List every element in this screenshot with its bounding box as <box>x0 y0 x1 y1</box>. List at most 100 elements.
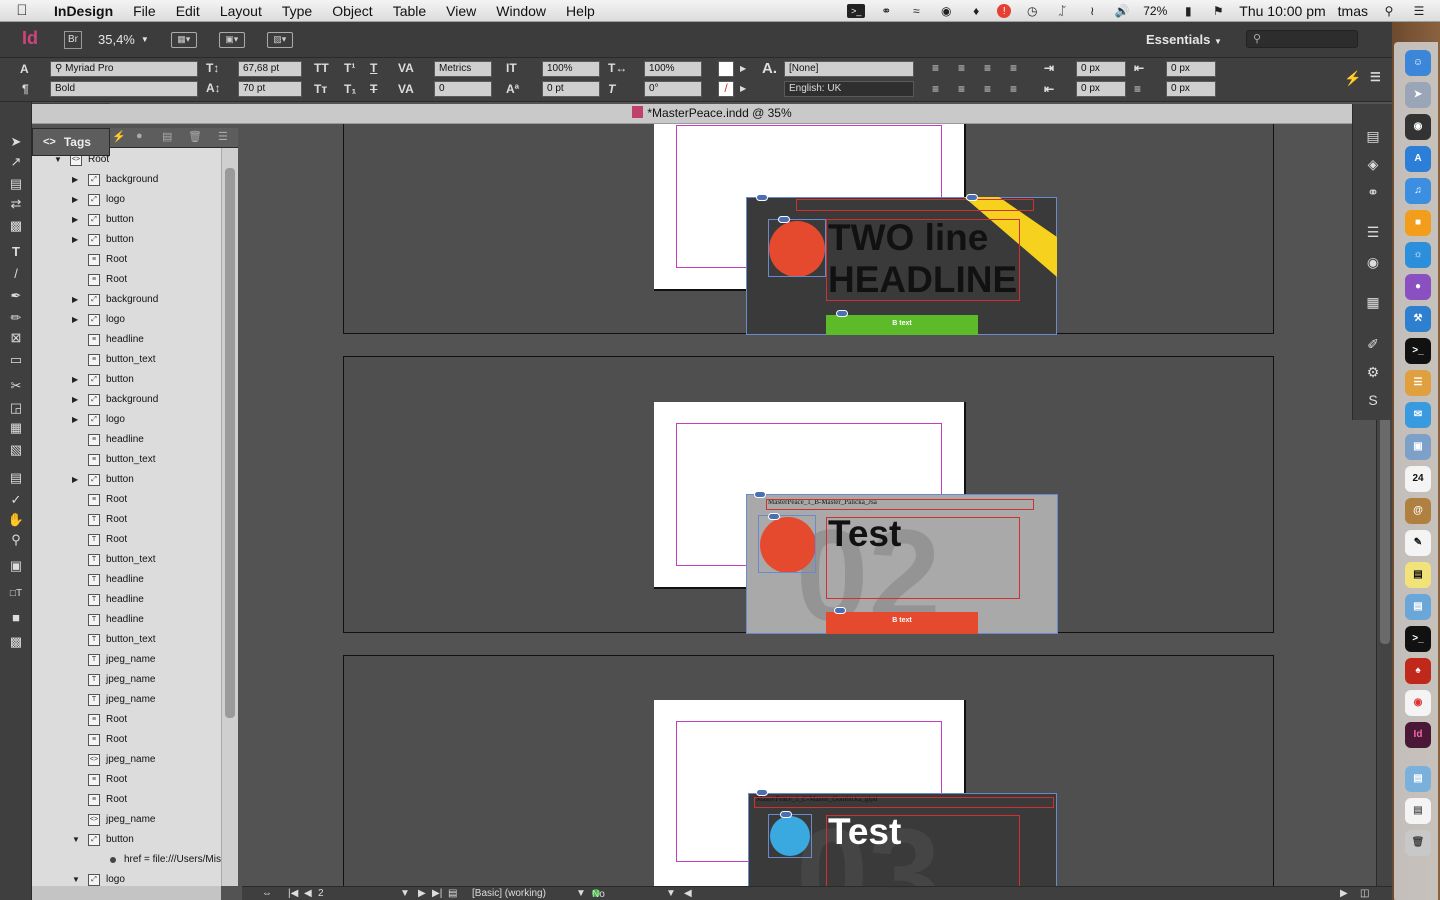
next-page-icon[interactable]: ▶ <box>418 888 426 899</box>
zoom-tool-icon[interactable]: ⚲ <box>6 532 26 548</box>
font-size-field[interactable]: 67,68 pt <box>238 61 302 77</box>
panel-menu-icon[interactable]: ☰ <box>1370 70 1381 84</box>
leading-field[interactable]: 70 pt <box>238 81 302 97</box>
documents-stack-icon[interactable]: ▤ <box>1405 798 1431 824</box>
menu-edit[interactable]: Edit <box>166 3 210 19</box>
font-style-field[interactable]: Bold <box>50 81 198 97</box>
font-family-field[interactable]: ⚲ Myriad Pro <box>50 61 198 77</box>
tag-tree-row[interactable]: ▶ ⤢ button <box>32 370 221 390</box>
headline-text[interactable]: TWO line HEADLINE <box>828 217 1017 301</box>
zoom-menu-icon[interactable]: ⇔ <box>262 888 272 899</box>
skew-field[interactable]: 0° <box>644 81 702 97</box>
note-tool-icon[interactable]: ▤ <box>6 470 26 486</box>
tag-tree-row[interactable]: ≡ Root <box>32 710 221 730</box>
expand-closed-icon[interactable]: ▶ <box>72 470 82 490</box>
hand-tool-icon[interactable]: ✋ <box>6 512 26 528</box>
fill-menu-arrow-icon[interactable]: ▶ <box>740 64 746 73</box>
button-graphic[interactable]: B text <box>826 612 978 634</box>
expand-closed-icon[interactable]: ▶ <box>72 290 82 310</box>
menu-layout[interactable]: Layout <box>210 3 272 19</box>
justify-right-icon[interactable]: ≡ <box>984 82 991 96</box>
align-center-icon[interactable]: ≡ <box>958 61 965 75</box>
menu-app-indesign[interactable]: InDesign <box>44 3 123 19</box>
spread-1[interactable]: TWO line HEADLINE B text <box>343 124 1274 335</box>
small-caps-icon[interactable]: Tт <box>314 82 327 96</box>
content-collector-icon[interactable]: ▩ <box>6 218 26 234</box>
tag-tree-row[interactable]: ≡ button_text <box>32 450 221 470</box>
tag-tree-row[interactable]: ≡ Root <box>32 490 221 510</box>
quick-apply-icon[interactable]: ⚡ <box>1344 70 1361 87</box>
battery-percent[interactable]: 72% <box>1143 4 1167 18</box>
align-right-icon[interactable]: ≡ <box>984 61 991 75</box>
tag-tree-row[interactable]: ▶ ⤢ logo <box>32 410 221 430</box>
baseline-shift-field[interactable]: 0 pt <box>542 81 600 97</box>
scissors-tool-icon[interactable]: ✂ <box>6 378 26 394</box>
delete-tag-icon[interactable]: 🗑 <box>188 130 202 143</box>
strikethrough-icon[interactable]: T <box>370 82 377 96</box>
user-name[interactable]: tmas <box>1338 3 1368 19</box>
tag-tree-row[interactable]: Theadline <box>32 570 221 590</box>
selection-tool-icon[interactable]: ➤ <box>6 134 26 150</box>
tag-tree-row[interactable]: ≡ Root <box>32 730 221 750</box>
tag-tree-row[interactable]: T Root <box>32 510 221 530</box>
tags-horizontal-scrollbar[interactable] <box>32 886 221 900</box>
help-search-input[interactable]: ⚲ <box>1246 30 1358 48</box>
airdrop-icon[interactable]: ≈ <box>907 4 925 18</box>
messages-icon[interactable]: ✉ <box>1405 402 1431 428</box>
free-transform-tool-icon[interactable]: ◲ <box>6 400 26 416</box>
expand-closed-icon[interactable]: ▶ <box>72 390 82 410</box>
preflight-menu-icon[interactable]: ▼ <box>666 888 676 899</box>
tag-tree-row[interactable]: <> jpeg_name <box>32 810 221 830</box>
menu-object[interactable]: Object <box>322 3 382 19</box>
line-tool-icon[interactable]: / <box>6 266 26 282</box>
apply-color-icon[interactable]: ■ <box>6 610 26 626</box>
volume-icon[interactable]: 🔊 <box>1113 4 1131 18</box>
bridge-button[interactable]: Br <box>64 30 82 49</box>
expand-closed-icon[interactable]: ▶ <box>72 230 82 250</box>
document-tab[interactable]: *MasterPeace.indd @ 35% <box>32 104 1392 124</box>
link-icon[interactable] <box>768 513 780 520</box>
indesign-dock-icon[interactable]: Id <box>1405 722 1431 748</box>
button-graphic[interactable]: B text <box>826 315 978 335</box>
character-mode-icon[interactable]: A <box>20 62 29 76</box>
horizontal-scale-field[interactable]: 100% <box>644 61 702 77</box>
view-options-icon[interactable]: ▦▾ <box>170 31 197 48</box>
tag-tree-row[interactable]: ▼ ⤢ logo <box>32 870 221 886</box>
tag-tree-row[interactable]: ≡ Root <box>32 270 221 290</box>
pencil-tool-icon[interactable]: ✏ <box>6 310 26 326</box>
link-icon[interactable] <box>756 194 768 201</box>
align-left-icon[interactable]: ≡ <box>932 61 939 75</box>
file-merge-icon[interactable]: ▤ <box>1405 594 1431 620</box>
arrange-documents-icon[interactable]: ▧▾ <box>266 31 293 48</box>
apple-menu-icon[interactable]:  <box>0 2 44 19</box>
profile-dropdown-icon[interactable]: ▼ <box>576 888 586 899</box>
xcode-icon[interactable]: ⚒ <box>1405 306 1431 332</box>
menu-type[interactable]: Type <box>272 3 322 19</box>
language-field[interactable]: English: UK <box>784 81 914 97</box>
scroll-thumb[interactable] <box>225 168 235 718</box>
underline-icon[interactable]: T <box>370 61 377 75</box>
rectangle-tool-icon[interactable]: ▭ <box>6 352 26 368</box>
space-after-field[interactable]: 0 px <box>1166 81 1216 97</box>
ibooks-icon[interactable]: ■ <box>1405 210 1431 236</box>
notification-center-icon[interactable]: ☰ <box>1410 4 1428 18</box>
subscript-icon[interactable]: T₁ <box>344 82 356 96</box>
expand-closed-icon[interactable]: ▶ <box>72 210 82 230</box>
clock[interactable]: Thu 10:00 pm <box>1239 3 1325 19</box>
expand-open-icon[interactable]: ▼ <box>72 830 82 850</box>
contacts-icon[interactable]: @ <box>1405 498 1431 524</box>
tag-tree-row[interactable]: Tbutton_text <box>32 630 221 650</box>
first-line-indent-field[interactable]: 0 px <box>1076 81 1126 97</box>
link-icon[interactable] <box>836 310 848 317</box>
menu-view[interactable]: View <box>436 3 486 19</box>
tag-tree-row[interactable]: Theadline <box>32 610 221 630</box>
fill-stroke-swatch-icon[interactable]: ▣ <box>6 558 26 574</box>
preflight-profile[interactable]: [Basic] (working) <box>472 888 546 899</box>
expand-open-icon[interactable]: ▼ <box>72 870 82 886</box>
dashboard-icon[interactable]: ◉ <box>1405 114 1431 140</box>
link-icon[interactable] <box>834 607 846 614</box>
screen-mode-tool-icon[interactable]: ▩ <box>6 634 26 650</box>
first-page-icon[interactable]: |◀ <box>288 888 298 899</box>
sync-icon[interactable]: ◉ <box>937 4 955 18</box>
evernote-icon[interactable]: ♦ <box>967 4 985 18</box>
